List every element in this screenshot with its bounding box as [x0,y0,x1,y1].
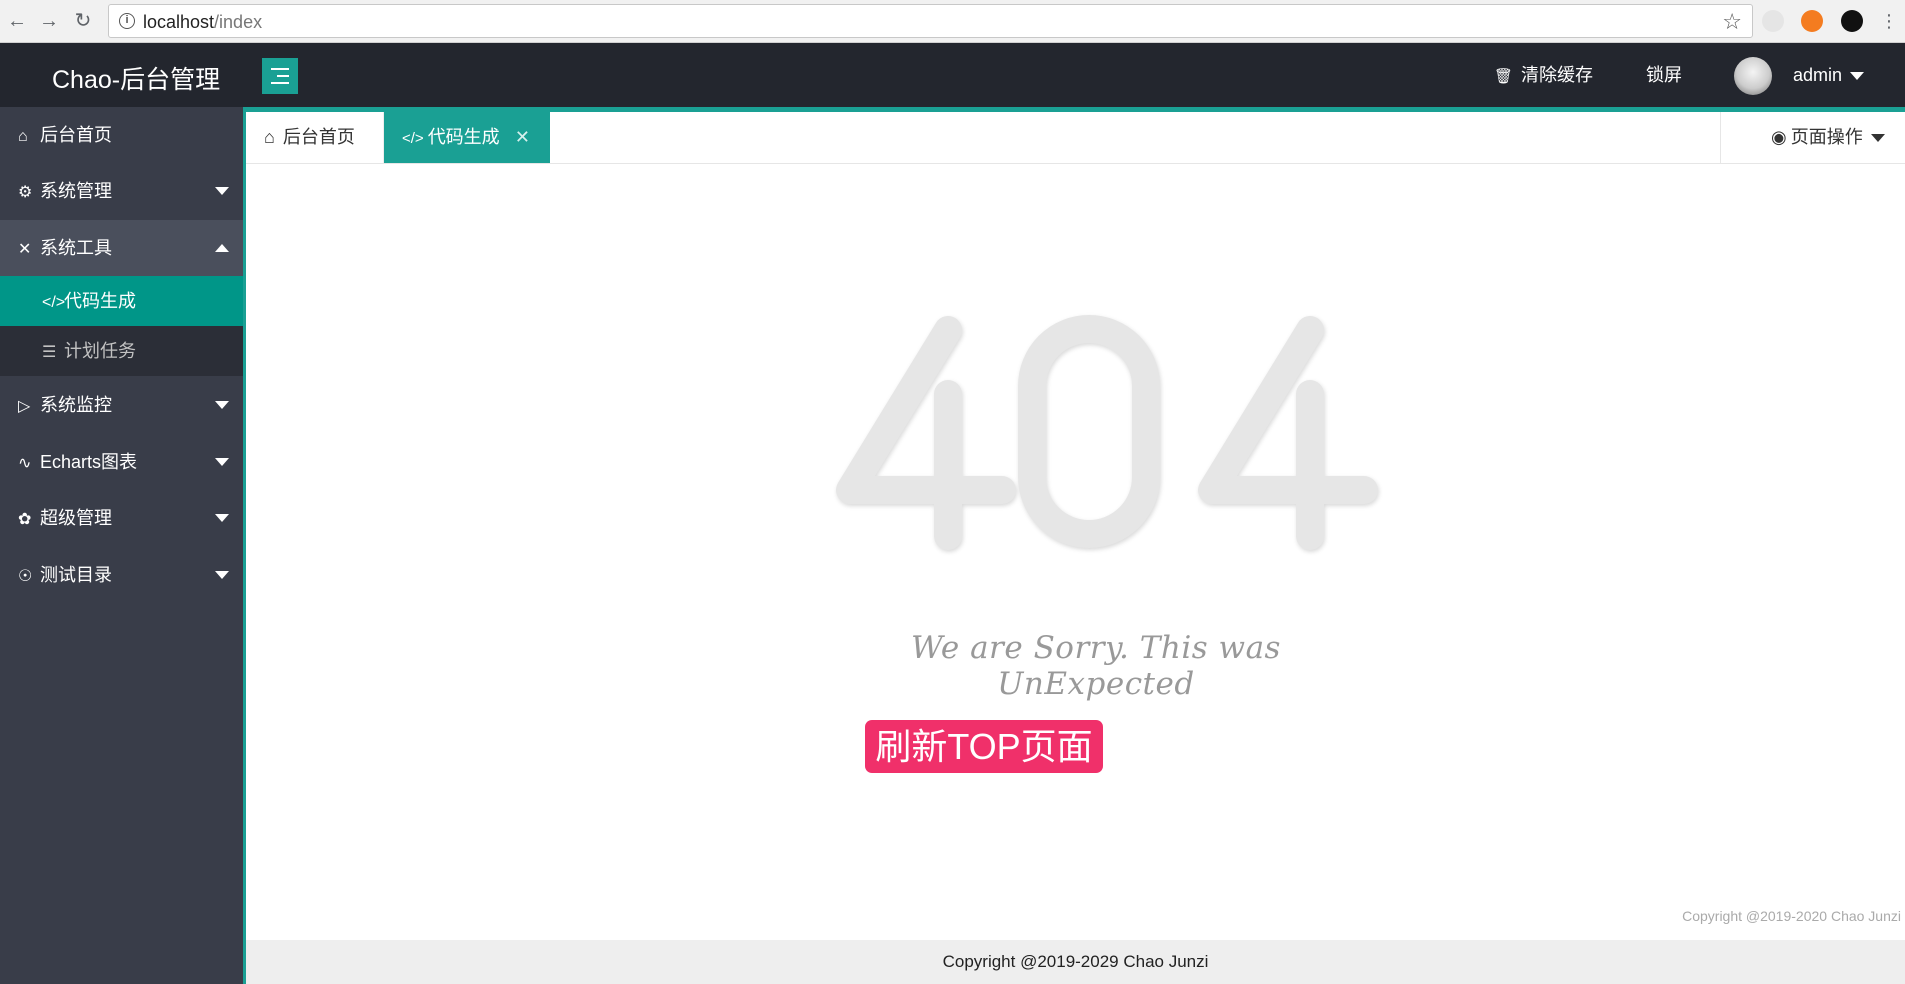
url-text[interactable]: localhost/index [143,12,262,33]
avatar[interactable] [1734,57,1772,95]
user-menu[interactable]: admin [1793,43,1865,107]
gear-icon: ⚙ [18,184,33,201]
close-icon[interactable]: ✕ [515,112,530,163]
error-code-text: 404 [246,164,248,165]
error-message: We are Sorry. This was UnExpected [911,630,1281,702]
chevron-down-icon [215,401,229,409]
main-content: 404 We are Sorry. This was UnExpected 刷新… [246,164,1905,940]
layers-icon: ☰ [42,344,57,361]
fire-icon: ✿ [18,511,32,528]
trash-icon: 🗑 [1494,68,1514,85]
video-icon: ▷ [18,398,31,415]
tab-home[interactable]: ⌂ 后台首页 [246,112,384,163]
menu-toggle-button[interactable] [262,58,298,94]
address-bar[interactable]: i localhost/index ☆ [108,4,1753,38]
bookmark-star-icon[interactable]: ☆ [1722,9,1742,35]
chevron-down-icon [215,514,229,522]
browser-toolbar: ← → ↻ i localhost/index ☆ ⋮ [0,0,1905,43]
sidebar-item-system-monitor[interactable]: ▷ 系统监控 [0,377,243,433]
sidebar-item-system-tools[interactable]: ✕ 系统工具 [0,220,243,276]
chevron-down-icon [1870,134,1885,143]
refresh-top-button[interactable]: 刷新TOP页面 [865,720,1103,773]
sidebar-item-echarts[interactable]: ∿ Echarts图表 [0,434,243,490]
content-copyright: Copyright @2019-2020 Chao Junzi [1682,908,1901,924]
pulse-icon: ∿ [18,455,32,472]
code-icon: </> [42,294,66,311]
code-circle-icon: ☉ [18,568,33,585]
reload-icon[interactable]: ↻ [70,8,96,34]
sidebar-subitem-scheduled-tasks[interactable]: ☰ 计划任务 [0,326,243,376]
sidebar-item-test-dir[interactable]: ☉ 测试目录 [0,547,243,603]
chevron-down-icon [215,458,229,466]
info-icon[interactable]: i [119,13,135,29]
back-icon[interactable]: ← [4,8,30,34]
forward-icon[interactable]: → [36,8,62,34]
extension-icon[interactable] [1762,10,1784,32]
lock-screen-button[interactable]: 锁屏 [1646,43,1682,107]
page-operations-dropdown[interactable]: ◉ 页面操作 [1720,112,1905,163]
tab-code-gen[interactable]: </> 代码生成 ✕ [384,112,550,163]
chevron-down-icon [215,571,229,579]
sidebar: ⌂ 后台首页 ⚙ 系统管理 ✕ 系统工具 </>代码生成 ☰ 计划任务 ▷ 系统监控 ∿ E… [0,107,243,984]
sidebar-item-super-manage[interactable]: ✿ 超级管理 [0,490,243,546]
footer: Copyright @2019-2029 Chao Junzi [246,940,1905,984]
code-icon: </> [402,130,424,147]
logo: Chao-后台管理 [52,66,221,94]
error-404-graphic: 404 [246,164,1378,550]
home-icon: ⌂ [18,128,28,145]
app-header: Chao-后台管理 🗑 清除缓存 锁屏 admin [0,43,1905,107]
extension-icon[interactable] [1841,10,1863,32]
chevron-down-icon [1850,72,1865,81]
sidebar-subitem-code-gen[interactable]: </>代码生成 [0,276,243,326]
browser-menu-icon[interactable]: ⋮ [1876,8,1902,34]
chevron-down-icon [215,187,229,195]
target-icon: ◉ [1771,127,1787,147]
chevron-up-icon [215,244,229,252]
sidebar-item-system-manage[interactable]: ⚙ 系统管理 [0,163,243,219]
extension-icon[interactable] [1801,10,1823,32]
clear-cache-button[interactable]: 🗑 清除缓存 [1494,43,1593,107]
tools-icon: ✕ [18,241,32,258]
home-icon: ⌂ [264,127,275,147]
tab-bar: ⌂ 后台首页 </> 代码生成 ✕ ◉ 页面操作 [246,112,1905,164]
sidebar-item-home[interactable]: ⌂ 后台首页 [0,107,243,163]
